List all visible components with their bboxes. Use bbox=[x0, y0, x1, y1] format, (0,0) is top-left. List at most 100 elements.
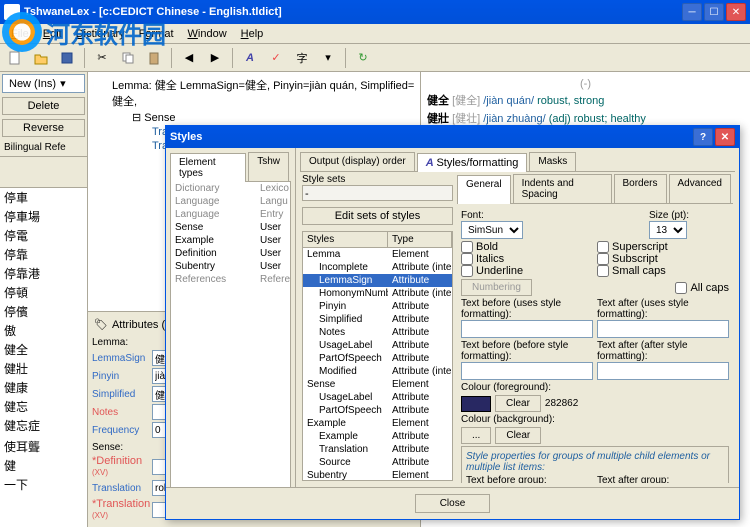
superscript-checkbox[interactable]: Superscript bbox=[597, 241, 729, 253]
list-item[interactable]: LanguageEntry bbox=[171, 208, 290, 221]
underline-checkbox[interactable]: Underline bbox=[461, 265, 593, 277]
styles-list[interactable]: LemmaElementIncompleteAttribute (inteLem… bbox=[302, 248, 453, 481]
tree-lemma[interactable]: Lemma: 健全 LemmaSign=健全, Pinyin=jiàn quán… bbox=[92, 76, 416, 110]
list-item[interactable]: ReferencesRefere bbox=[171, 273, 290, 286]
tool-prev-icon[interactable]: ◀ bbox=[178, 47, 200, 69]
list-item[interactable]: ExampleElement bbox=[303, 417, 452, 430]
list-item[interactable]: PartOfSpeechAttribute bbox=[303, 404, 452, 417]
type-col-header[interactable]: Type bbox=[388, 232, 452, 247]
list-item[interactable]: 健忘 bbox=[0, 397, 87, 416]
list-item[interactable]: UsageLabelAttribute bbox=[303, 391, 452, 404]
list-item[interactable]: SimplifiedAttribute bbox=[303, 313, 452, 326]
delete-button[interactable]: Delete bbox=[2, 97, 85, 115]
menu-dictionary[interactable]: Dictionary bbox=[69, 26, 132, 42]
edit-sets-button[interactable]: Edit sets of styles bbox=[302, 207, 453, 225]
tool-open-icon[interactable] bbox=[30, 47, 52, 69]
list-item[interactable]: ExampleAttribute bbox=[303, 430, 452, 443]
close-button[interactable]: Close bbox=[415, 494, 491, 513]
ta-after-input[interactable] bbox=[597, 362, 729, 380]
menu-help[interactable]: Help bbox=[234, 26, 271, 42]
font-select[interactable]: SimSun bbox=[461, 221, 523, 239]
tool-copy-icon[interactable] bbox=[117, 47, 139, 69]
list-item[interactable]: 停靠港 bbox=[0, 264, 87, 283]
dialog-titlebar[interactable]: Styles ? ✕ bbox=[166, 126, 739, 148]
list-item[interactable]: 健忘症 bbox=[0, 416, 87, 435]
italics-checkbox[interactable]: Italics bbox=[461, 253, 593, 265]
fg-clear-button[interactable]: Clear bbox=[495, 395, 541, 412]
size-select[interactable]: 13 bbox=[649, 221, 687, 239]
list-item[interactable]: SubentryUser bbox=[171, 260, 290, 273]
tab-borders[interactable]: Borders bbox=[614, 174, 667, 203]
tab-masks[interactable]: Masks bbox=[529, 152, 576, 171]
fg-color-swatch[interactable] bbox=[461, 396, 491, 412]
list-item[interactable]: DefinitionUser bbox=[171, 247, 290, 260]
menu-file[interactable]: File bbox=[4, 26, 36, 42]
tab-element-types[interactable]: Element types bbox=[170, 153, 246, 182]
new-dropdown[interactable]: New (Ins) ▾ bbox=[2, 74, 85, 93]
bg-pick-button[interactable]: ... bbox=[461, 427, 491, 444]
style-sets-value[interactable]: - bbox=[302, 185, 453, 201]
list-item[interactable]: 健全 bbox=[0, 340, 87, 359]
list-item[interactable]: UsageLabelAttribute bbox=[303, 339, 452, 352]
list-item[interactable]: PartOfSpeechAttribute bbox=[303, 352, 452, 365]
minimize-button[interactable]: ─ bbox=[682, 3, 702, 21]
tool-lang-icon[interactable]: 字 bbox=[291, 47, 313, 69]
tab-styles-formatting[interactable]: A Styles/formatting bbox=[417, 153, 528, 172]
allcaps-checkbox[interactable]: All caps bbox=[675, 282, 729, 294]
list-item[interactable]: 使耳聾 bbox=[0, 437, 87, 456]
element-types-list[interactable]: DictionaryLexicoLanguageLanguLanguageEnt… bbox=[170, 182, 291, 487]
list-item[interactable]: ExampleUser bbox=[171, 234, 290, 247]
bold-checkbox[interactable]: Bold bbox=[461, 241, 593, 253]
list-item[interactable]: HomonymNumberAttribute (inte bbox=[303, 287, 452, 300]
list-item[interactable]: 健 bbox=[0, 456, 87, 475]
list-item[interactable]: TranslationAttribute bbox=[303, 443, 452, 456]
tool-paste-icon[interactable] bbox=[143, 47, 165, 69]
list-item[interactable]: IncompleteAttribute (inte bbox=[303, 261, 452, 274]
tab-tshw[interactable]: Tshw bbox=[248, 152, 289, 181]
list-item[interactable]: 停靠 bbox=[0, 245, 87, 264]
smallcaps-checkbox[interactable]: Small caps bbox=[597, 265, 729, 277]
list-item[interactable]: LemmaElement bbox=[303, 248, 452, 261]
list-item[interactable]: PinyinAttribute bbox=[303, 300, 452, 313]
tb-uses-input[interactable] bbox=[461, 320, 593, 338]
bilingual-tab[interactable]: Bilingual Refe bbox=[0, 139, 87, 157]
list-item[interactable]: 傲 bbox=[0, 321, 87, 340]
tool-new-icon[interactable] bbox=[4, 47, 26, 69]
menu-edit[interactable]: Edit bbox=[36, 26, 69, 42]
subscript-checkbox[interactable]: Subscript bbox=[597, 253, 729, 265]
reverse-button[interactable]: Reverse bbox=[2, 119, 85, 137]
list-item[interactable]: SourceAttribute bbox=[303, 456, 452, 469]
list-item[interactable]: 停儐 bbox=[0, 302, 87, 321]
tab-advanced[interactable]: Advanced bbox=[669, 174, 731, 203]
list-item[interactable]: 健康 bbox=[0, 378, 87, 397]
ta-uses-input[interactable] bbox=[597, 320, 729, 338]
tool-cut-icon[interactable]: ✂ bbox=[91, 47, 113, 69]
tree-sense[interactable]: ⊟ Sense bbox=[92, 110, 416, 125]
list-item[interactable]: SenseElement bbox=[303, 378, 452, 391]
menu-window[interactable]: Window bbox=[181, 26, 234, 42]
list-item[interactable]: DictionaryLexico bbox=[171, 182, 290, 195]
tool-check-icon[interactable]: ✓ bbox=[265, 47, 287, 69]
dialog-help-button[interactable]: ? bbox=[693, 128, 713, 146]
dialog-close-button[interactable]: ✕ bbox=[715, 128, 735, 146]
entry-list[interactable]: 停車停車場停電停靠停靠港停頓停儐傲健全健壯健康健忘健忘症使耳聾健一下 bbox=[0, 187, 87, 527]
list-item[interactable]: LanguageLangu bbox=[171, 195, 290, 208]
list-item[interactable]: NotesAttribute bbox=[303, 326, 452, 339]
close-button[interactable]: ✕ bbox=[726, 3, 746, 21]
list-item[interactable]: LemmaSignAttribute bbox=[303, 274, 452, 287]
list-item[interactable]: ModifiedAttribute (inte bbox=[303, 365, 452, 378]
maximize-button[interactable]: ☐ bbox=[704, 3, 724, 21]
list-item[interactable]: SenseUser bbox=[171, 221, 290, 234]
list-item[interactable]: 停車場 bbox=[0, 207, 87, 226]
tool-refresh-icon[interactable]: ↻ bbox=[352, 47, 374, 69]
tool-drop-icon[interactable]: ▾ bbox=[317, 47, 339, 69]
tab-general[interactable]: General bbox=[457, 175, 511, 204]
tool-next-icon[interactable]: ▶ bbox=[204, 47, 226, 69]
bg-clear-button[interactable]: Clear bbox=[495, 427, 541, 444]
tab-output-order[interactable]: Output (display) order bbox=[300, 152, 415, 171]
menu-format[interactable]: Format bbox=[132, 26, 181, 42]
styles-col-header[interactable]: Styles bbox=[303, 232, 388, 247]
list-item[interactable]: 健壯 bbox=[0, 359, 87, 378]
list-item[interactable]: 停頓 bbox=[0, 283, 87, 302]
tb-before-input[interactable] bbox=[461, 362, 593, 380]
